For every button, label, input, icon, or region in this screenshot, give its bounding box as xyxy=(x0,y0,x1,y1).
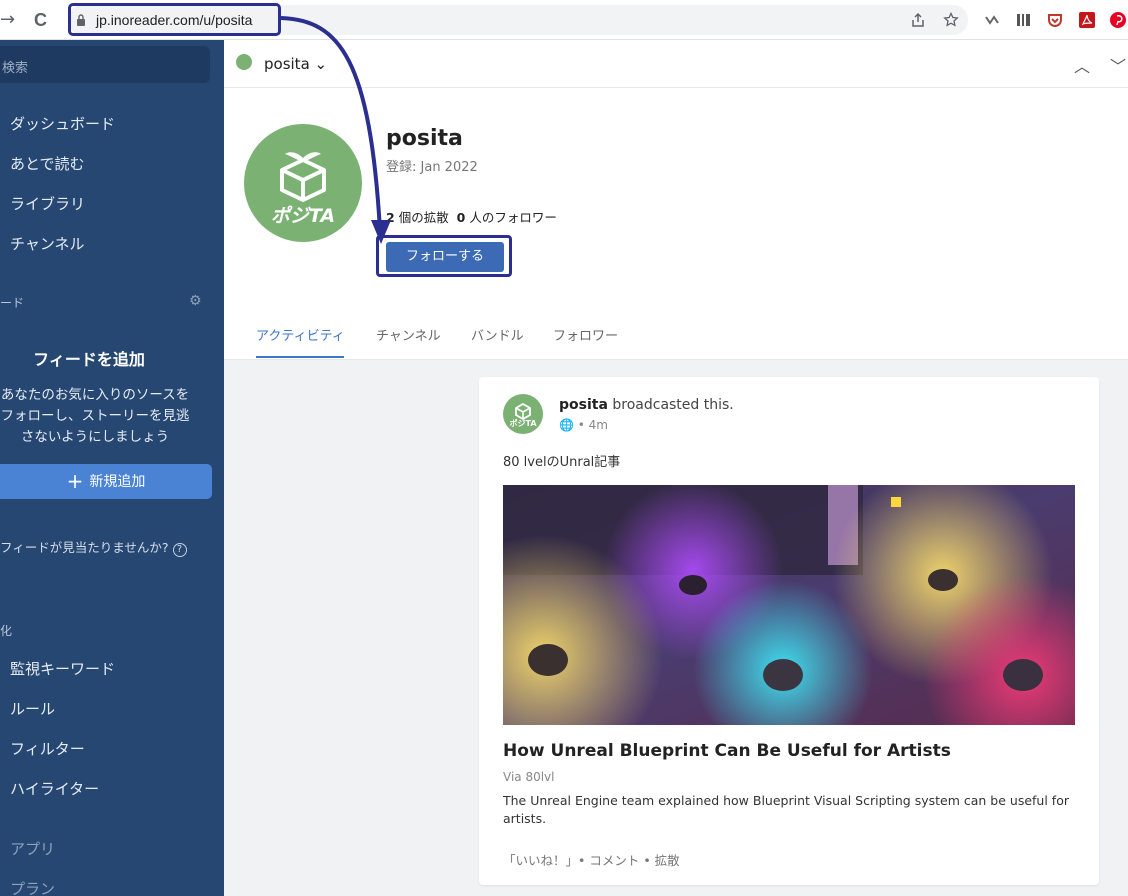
post-avatar-text: ポジTA xyxy=(509,419,537,428)
missing-feed-link[interactable]: フィードが見当たりませんか? ? xyxy=(0,537,187,557)
user-title-label: posita xyxy=(264,55,310,73)
post-meta: 🌐 • 4m xyxy=(559,418,608,432)
add-feed-description: あなたのお気に入りのソースを フォローし、ストーリーを見逃 さないようにしましょ… xyxy=(0,387,190,445)
chevron-down-icon[interactable]: ﹀ xyxy=(1110,53,1126,77)
tab-bundles[interactable]: バンドル xyxy=(471,325,524,344)
tab-activity[interactable]: アクティビティ xyxy=(256,325,345,344)
profile-avatar: ポジTA xyxy=(244,124,362,242)
follower-label: 人のフォロワー xyxy=(469,210,557,225)
profile-header: ポジTA posita 登録: Jan 2022 2 個の拡散 0 人のフォロワ… xyxy=(224,88,1128,360)
globe-icon: 🌐 xyxy=(559,418,574,432)
article-image[interactable] xyxy=(503,485,1075,725)
content-header: posita ⌄ ︿ ﹀ xyxy=(224,40,1128,88)
active-tab-indicator xyxy=(256,356,344,358)
activity-feed: ポジTA posita broadcasted this. 🌐 • 4m 80 … xyxy=(224,360,1128,896)
broadcast-label: 個の拡散 xyxy=(398,210,449,225)
gear-icon[interactable]: ⚙ xyxy=(189,293,202,309)
profile-name: posita xyxy=(386,126,463,151)
follow-button[interactable]: フォローする xyxy=(386,242,504,272)
post-author-avatar[interactable]: ポジTA xyxy=(503,394,543,434)
sidebar-item-apps[interactable]: アプリ xyxy=(10,838,55,859)
article-thumbnail-image xyxy=(503,485,1075,725)
automation-section-heading: 化 xyxy=(0,624,13,638)
broadcast-card: ポジTA posita broadcasted this. 🌐 • 4m 80 … xyxy=(479,377,1099,885)
sidebar-item-library[interactable]: ライブラリ xyxy=(10,193,85,214)
post-action: broadcasted this. xyxy=(612,397,734,413)
profile-stats: 2 個の拡散 0 人のフォロワー xyxy=(386,207,557,226)
sidebar-item-monitoring-keywords[interactable]: 監視キーワード xyxy=(10,658,115,679)
back-icon[interactable]: → xyxy=(0,10,15,30)
bookmark-star-icon[interactable] xyxy=(943,12,959,28)
tab-followers[interactable]: フォロワー xyxy=(553,325,618,344)
add-new-button[interactable]: + 新規追加 xyxy=(0,464,212,499)
follower-count: 0 xyxy=(456,210,466,225)
profile-logo-text: ポジTA xyxy=(270,205,336,227)
post-time: • 4m xyxy=(577,418,608,432)
article-title[interactable]: How Unreal Blueprint Can Be Useful for A… xyxy=(503,741,951,761)
article-description: The Unreal Engine team explained how Blu… xyxy=(503,793,1069,826)
post-comment: 80 lvelのUnral記事 xyxy=(503,455,621,470)
pocket-extension-icon[interactable] xyxy=(1047,12,1063,28)
sidebar-item-highlighters[interactable]: ハイライター xyxy=(10,778,99,799)
add-feed-title: フィードを追加 xyxy=(33,350,145,369)
sidebar-item-dashboard[interactable]: ダッシュボード xyxy=(10,113,115,134)
feeds-section-heading: ード xyxy=(0,296,25,310)
chevron-up-icon[interactable]: ︿ xyxy=(1074,53,1090,77)
pinterest-extension-icon[interactable] xyxy=(1110,12,1126,28)
post-author[interactable]: posita xyxy=(559,397,608,413)
broadcast-count: 2 xyxy=(386,210,395,225)
sidebar-item-channels[interactable]: チャンネル xyxy=(10,233,85,254)
missing-feed-label: フィードが見当たりませんか? xyxy=(0,540,169,555)
add-new-label: 新規追加 xyxy=(89,474,146,490)
post-actions[interactable]: 「いいね！」• コメント • 拡散 xyxy=(503,850,680,869)
post-header: posita broadcasted this. xyxy=(559,397,734,413)
url-annotation-box xyxy=(68,3,281,36)
sidebar-search-input[interactable]: 検索 xyxy=(0,46,210,83)
plus-icon: + xyxy=(66,469,84,493)
sidebar: 検索 ダッシュボード あとで読む ライブラリ チャンネル ード ⚙ フィードを追… xyxy=(0,40,224,896)
share-icon[interactable] xyxy=(910,12,926,28)
article-source[interactable]: Via 80lvl xyxy=(503,770,555,784)
user-menu-title[interactable]: posita ⌄ xyxy=(264,55,327,73)
search-placeholder: 検索 xyxy=(2,61,29,76)
sidebar-item-plans[interactable]: プラン xyxy=(10,878,55,896)
extension-icon[interactable] xyxy=(984,12,1000,28)
reload-icon[interactable]: C xyxy=(34,10,47,30)
sidebar-item-rules[interactable]: ルール xyxy=(10,698,55,719)
pdf-extension-icon[interactable] xyxy=(1079,12,1095,28)
sidebar-item-read-later[interactable]: あとで読む xyxy=(10,153,85,174)
help-circle-icon[interactable]: ? xyxy=(172,543,187,557)
barcode-extension-icon[interactable] xyxy=(1016,12,1032,28)
user-avatar-small xyxy=(236,54,252,70)
browser-toolbar: → C jp.inoreader.com/u/posita xyxy=(0,0,1128,40)
tab-channels[interactable]: チャンネル xyxy=(376,325,441,344)
sidebar-item-filters[interactable]: フィルター xyxy=(10,738,85,759)
profile-joined-date: 登録: Jan 2022 xyxy=(386,160,478,175)
chevron-down-icon: ⌄ xyxy=(314,55,328,73)
